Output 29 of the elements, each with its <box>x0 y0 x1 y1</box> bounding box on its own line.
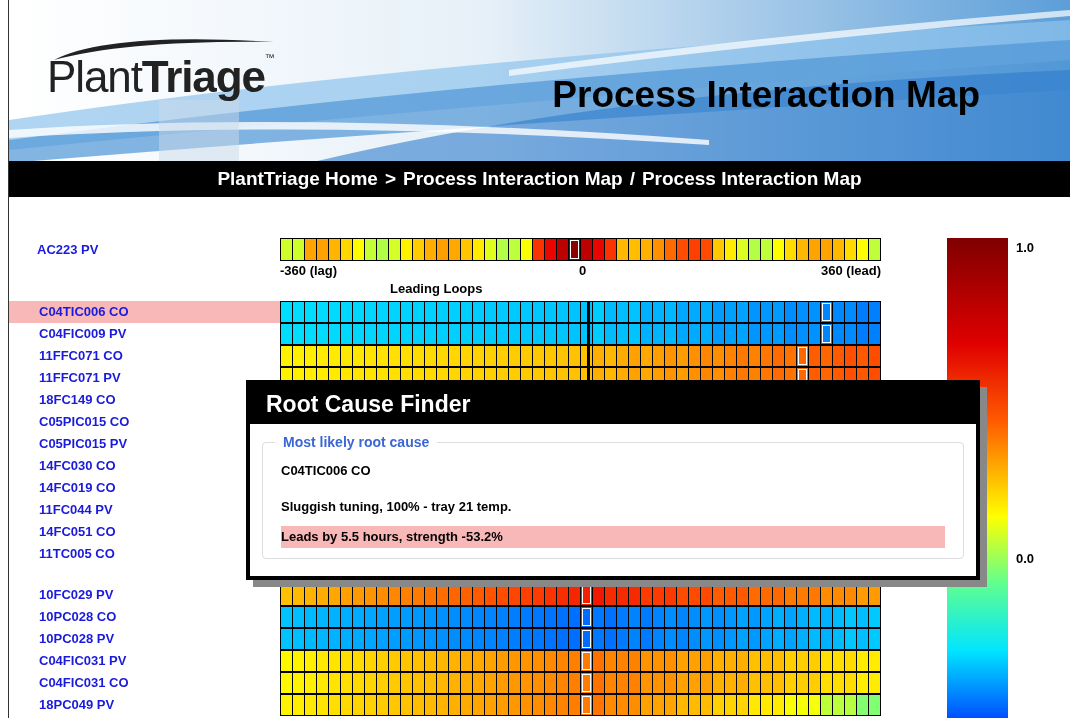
breadcrumb-separator: / <box>629 166 635 191</box>
logo: PlantTriage™ <box>47 51 274 103</box>
diagnosis-text: Sluggish tuning, 100% - tray 21 temp. <box>281 497 513 516</box>
loop-name[interactable]: C04TIC006 CO <box>9 300 280 323</box>
axis-label: 360 (lead) <box>821 262 881 280</box>
breadcrumb-link[interactable]: Process Interaction Map <box>403 164 623 194</box>
loop-name[interactable]: C04FIC031 CO <box>9 671 280 694</box>
chart-caption: Leading Loops <box>390 280 483 298</box>
dialog-title: Root Cause Finder <box>266 389 471 419</box>
breadcrumb-separator: > <box>384 166 397 191</box>
scale-label: 0.0 <box>1016 549 1035 568</box>
loop-name[interactable]: 18PC049 PV <box>9 693 280 716</box>
breadcrumb-link[interactable]: Process Interaction Map <box>641 164 862 194</box>
scale-label: 1.0 <box>1016 239 1035 257</box>
loop-name[interactable]: 11FFC071 CO <box>9 344 280 367</box>
page-title: Process Interaction Map <box>552 76 980 113</box>
loop-name[interactable]: 10FC029 PV <box>9 583 280 606</box>
group-legend: Most likely root cause <box>275 432 438 453</box>
reference-loop-name[interactable]: AC223 PV <box>9 238 280 299</box>
loop-name[interactable]: 10PC028 CO <box>9 605 280 628</box>
finding-text: Leads by 5.5 hours, strength -53.2% <box>281 526 945 548</box>
breadcrumb-link[interactable]: PlantTriage Home <box>217 164 378 194</box>
root-cause-loop: C04TIC006 CO <box>281 462 372 480</box>
loop-name[interactable]: C04FIC009 PV <box>9 322 280 345</box>
axis-label: 0 <box>579 262 587 280</box>
loop-name[interactable]: C04FIC031 PV <box>9 649 280 672</box>
loop-name[interactable]: 10PC028 PV <box>9 627 280 650</box>
loop-name[interactable]: 11FFC071 PV <box>9 366 280 389</box>
axis-label: -360 (lag) <box>280 262 338 280</box>
